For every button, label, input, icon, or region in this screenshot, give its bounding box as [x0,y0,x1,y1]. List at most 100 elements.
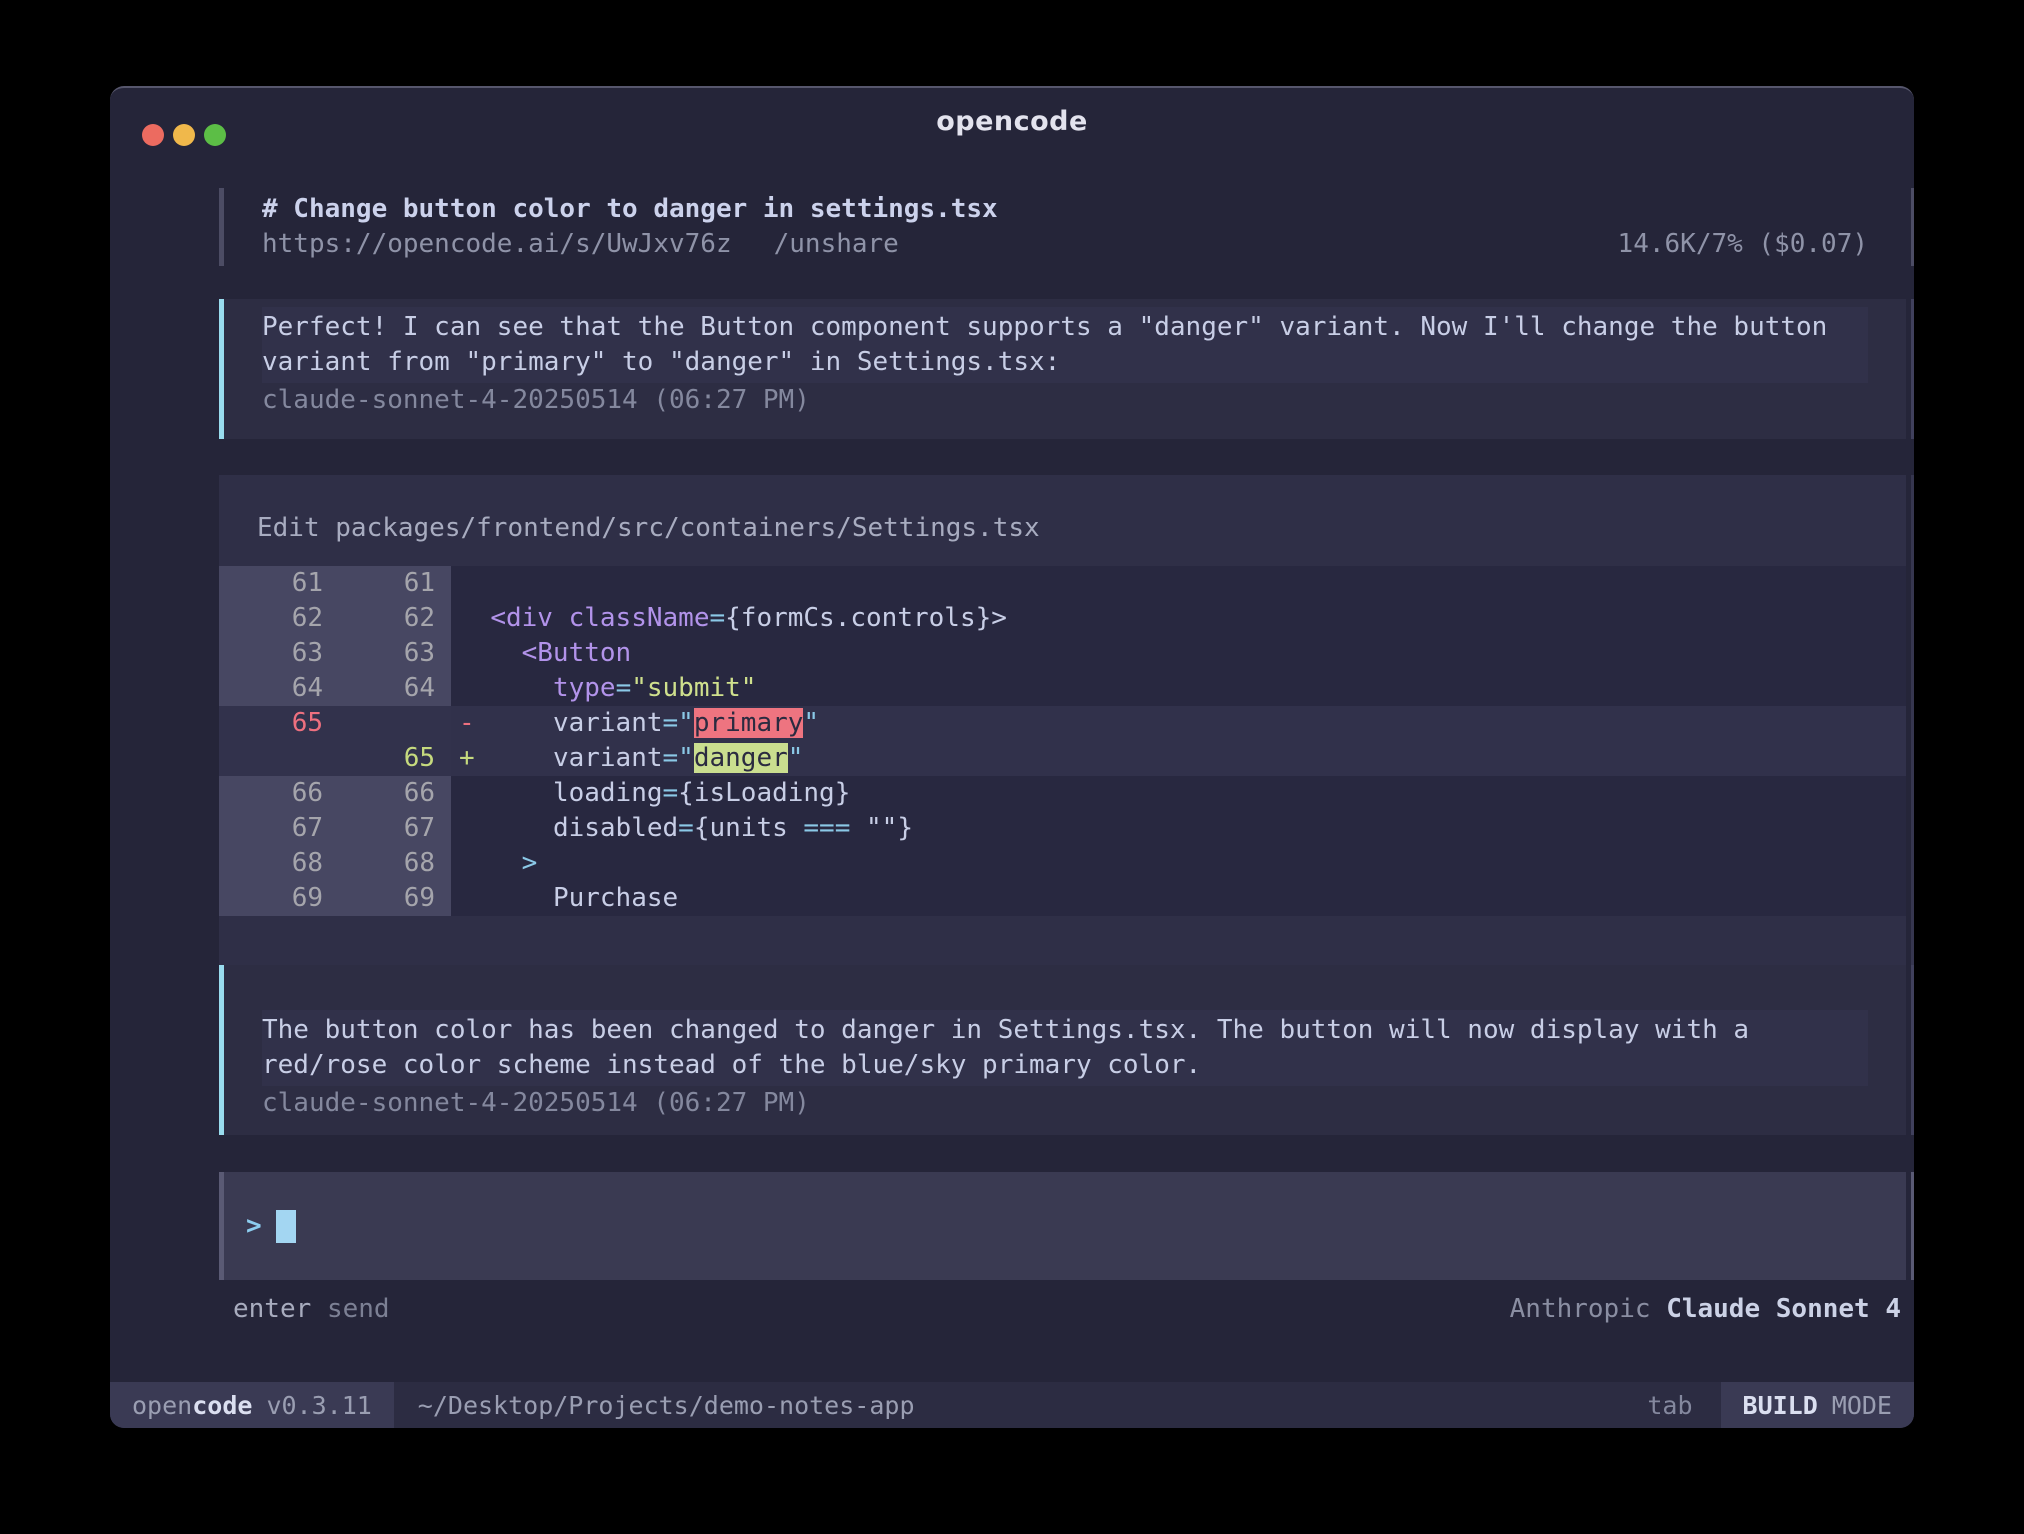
code-token: ""} [850,813,913,843]
app-name-code: code [192,1391,252,1420]
diff-row: 6464 type="submit" [219,671,1906,706]
diff-row: 6767 disabled={units === ""} [219,811,1906,846]
context-sign [459,603,475,633]
code-token: <div [490,603,553,633]
header-right-rule [1911,188,1914,266]
message-right-rule [1911,965,1914,1135]
model-attribution: claude-sonnet-4-20250514 (06:27 PM) [262,383,1868,418]
code-token: === [803,813,850,843]
tab-key-hint: tab [1647,1391,1692,1420]
status-bar: opencode v0.3.11 ~/Desktop/Projects/demo… [110,1382,1914,1428]
code-token: variant [553,708,663,738]
old-line-number [219,741,323,776]
diff-code-line: loading={isLoading} [451,776,1906,811]
diff-view: 6161 6262 <div className={formCs.control… [219,566,1906,916]
window-title: opencode [110,106,1914,137]
mode-toggle[interactable]: BUILD MODE [1721,1382,1914,1428]
old-line-number: 63 [219,636,323,671]
diff-gutter: 6161 [219,566,451,601]
code-token: = [663,778,679,808]
send-action-hint: send [327,1294,390,1324]
edit-file-title: Edit packages/frontend/src/containers/Se… [219,475,1906,566]
context-sign [459,778,475,808]
old-line-number: 67 [219,811,323,846]
diff-gutter: 6666 [219,776,451,811]
diff-code-line: > [451,846,1906,881]
text-cursor [276,1210,296,1243]
diff-row: 6363 <Button [219,636,1906,671]
code-token: {formCs.controls}> [725,603,1007,633]
diff-code-line: <div className={formCs.controls}> [451,601,1906,636]
diff-gutter: 65 [219,706,451,741]
context-sign [459,568,475,598]
code-token: "submit" [631,673,756,703]
context-sign [459,848,475,878]
mode-suffix: MODE [1832,1391,1892,1420]
message-right-rule [1911,299,1914,439]
edit-tool-panel: Edit packages/frontend/src/containers/Se… [219,475,1914,1032]
old-line-number: 66 [219,776,323,811]
old-line-number: 69 [219,881,323,916]
message-text: The button color has been changed to dan… [262,1010,1868,1086]
enter-key-hint: enter [233,1294,311,1324]
new-line-number: 67 [323,811,435,846]
context-stats: 14.6K/7% ($0.07) [1618,227,1868,262]
new-line-number: 65 [323,741,435,776]
new-line-number: 63 [323,636,435,671]
diff-row: 6666 loading={isLoading} [219,776,1906,811]
code-token: > [522,848,538,878]
session-header: # Change button color to danger in setti… [219,188,1914,266]
working-directory: ~/Desktop/Projects/demo-notes-app [418,1391,915,1420]
prompt-right-border [1911,1172,1914,1280]
mode-name: BUILD [1743,1391,1818,1420]
added-sign: + [459,743,475,773]
code-token: = [678,813,694,843]
new-line-number: 64 [323,671,435,706]
new-line-number: 69 [323,881,435,916]
edit-bottom-padding [219,916,1906,932]
removed-sign: - [459,708,475,738]
code-token: Purchase [553,883,678,913]
code-token: variant [553,743,663,773]
new-line-number [323,706,435,741]
message-text: Perfect! I can see that the Button compo… [262,307,1868,383]
diff-row: 6868 > [219,846,1906,881]
context-sign [459,883,475,913]
code-token: danger [694,743,788,773]
diff-code-line: - variant="primary" [451,706,1906,741]
new-line-number: 62 [323,601,435,636]
diff-gutter: 65 [219,741,451,776]
model-attribution: claude-sonnet-4-20250514 (06:27 PM) [262,1086,1868,1121]
diff-code-line: disabled={units === ""} [451,811,1906,846]
share-url-link[interactable]: https://opencode.ai/s/UwJxv76z [262,227,732,262]
assistant-message: The button color has been changed to dan… [219,965,1914,1135]
old-line-number: 64 [219,671,323,706]
prompt-input-box[interactable]: > [219,1172,1914,1280]
code-token: loading [553,778,663,808]
context-sign [459,673,475,703]
new-line-number: 61 [323,566,435,601]
diff-code-line [451,566,1906,601]
diff-gutter: 6262 [219,601,451,636]
code-token: {isLoading} [678,778,850,808]
model-label: Claude Sonnet 4 [1666,1294,1901,1324]
code-token: type [553,673,616,703]
title-bar: opencode [110,88,1914,168]
diff-code-line: Purchase [451,881,1906,916]
provider-label: Anthropic [1510,1294,1651,1324]
code-token: " [788,743,804,773]
code-token: disabled [553,813,678,843]
diff-row: 6161 [219,566,1906,601]
diff-row: 65+ variant="danger" [219,741,1906,776]
app-window: opencode # Change button color to danger… [110,86,1914,1428]
prompt-symbol: > [246,1211,262,1241]
edit-scrollbar[interactable] [1911,475,1914,1032]
unshare-command[interactable]: /unshare [774,227,899,262]
old-line-number: 68 [219,846,323,881]
code-token: primary [694,708,804,738]
code-token [553,603,569,633]
diff-gutter: 6464 [219,671,451,706]
diff-row: 6262 <div className={formCs.controls}> [219,601,1906,636]
new-line-number: 68 [323,846,435,881]
assistant-message: Perfect! I can see that the Button compo… [219,299,1914,439]
